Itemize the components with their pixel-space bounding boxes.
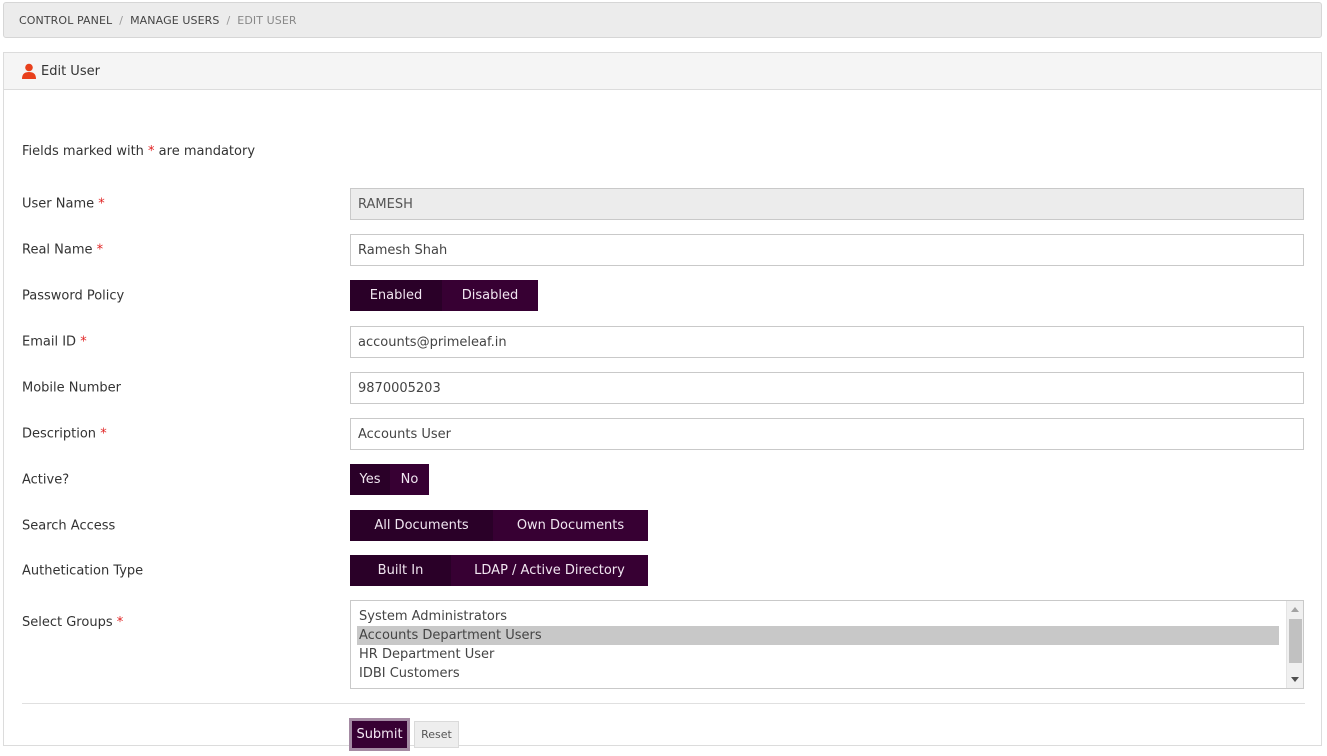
group-option[interactable]: System Administrators	[351, 607, 1279, 626]
groups-row: Select Groups * System Administrators Ac…	[22, 600, 1305, 689]
description-input[interactable]	[350, 418, 1304, 450]
scroll-up-arrow-icon[interactable]	[1291, 607, 1299, 612]
password-policy-enabled-option[interactable]: Enabled	[350, 280, 442, 311]
required-star: *	[116, 615, 124, 630]
auth-type-label: Authetication Type	[22, 563, 144, 579]
real-name-row: Real Name *	[22, 234, 1305, 266]
groups-listbox[interactable]: System Administrators Accounts Departmen…	[350, 600, 1304, 689]
groups-label: Select Groups *	[22, 615, 124, 630]
email-input[interactable]	[350, 326, 1304, 358]
search-access-row: Search Access All Documents Own Document…	[22, 510, 1305, 542]
active-row: Active? Yes No	[22, 464, 1305, 496]
password-policy-disabled-option[interactable]: Disabled	[442, 280, 538, 311]
auth-type-ldap-option[interactable]: LDAP / Active Directory	[451, 555, 648, 586]
mobile-label: Mobile Number	[22, 380, 121, 396]
search-access-all-option[interactable]: All Documents	[350, 510, 493, 541]
user-name-label: User Name *	[22, 196, 105, 212]
user-name-row: User Name *	[22, 188, 1305, 220]
listbox-scrollbar[interactable]	[1286, 601, 1303, 688]
search-access-own-option[interactable]: Own Documents	[493, 510, 648, 541]
group-option[interactable]: IDBI Customers	[351, 664, 1279, 683]
panel-heading: Edit User	[4, 53, 1321, 90]
mandatory-note: Fields marked with * are mandatory	[22, 144, 255, 159]
search-access-toggle: All Documents Own Documents	[350, 510, 648, 541]
scrollbar-thumb[interactable]	[1289, 619, 1302, 663]
real-name-label: Real Name *	[22, 242, 104, 258]
group-option-selected[interactable]: Accounts Department Users	[357, 626, 1279, 645]
active-label: Active?	[22, 472, 70, 488]
required-star: *	[100, 426, 107, 442]
mobile-input[interactable]	[350, 372, 1304, 404]
auth-type-toggle: Built In LDAP / Active Directory	[350, 555, 648, 586]
auth-type-row: Authetication Type Built In LDAP / Activ…	[22, 555, 1305, 587]
breadcrumb: CONTROL PANEL / MANAGE USERS / EDIT USER	[3, 2, 1322, 38]
user-name-input[interactable]	[350, 188, 1304, 220]
submit-button[interactable]: Submit	[349, 718, 410, 751]
required-star: *	[96, 242, 104, 258]
user-icon	[21, 63, 37, 79]
edit-user-panel: Edit User Fields marked with * are manda…	[3, 52, 1322, 751]
search-access-label: Search Access	[22, 518, 116, 534]
mandatory-note-text: are mandatory	[154, 144, 256, 159]
scroll-down-arrow-icon[interactable]	[1291, 677, 1299, 682]
password-policy-toggle: Enabled Disabled	[350, 280, 538, 311]
password-policy-label: Password Policy	[22, 288, 125, 304]
breadcrumb-separator: /	[119, 13, 124, 27]
real-name-input[interactable]	[350, 234, 1304, 266]
reset-button[interactable]: Reset	[414, 721, 459, 748]
required-star: *	[80, 334, 87, 350]
active-no-option[interactable]: No	[390, 464, 429, 495]
breadcrumb-separator: /	[226, 13, 231, 27]
description-label: Description *	[22, 426, 107, 442]
breadcrumb-edit-user: EDIT USER	[237, 13, 297, 27]
breadcrumb-manage-users[interactable]: MANAGE USERS	[130, 14, 219, 27]
required-star: *	[98, 196, 105, 212]
password-policy-row: Password Policy Enabled Disabled	[22, 280, 1305, 312]
auth-type-built-in-option[interactable]: Built In	[350, 555, 451, 586]
mobile-row: Mobile Number	[22, 372, 1305, 404]
email-row: Email ID *	[22, 326, 1305, 358]
breadcrumb-control-panel[interactable]: CONTROL PANEL	[19, 14, 112, 27]
description-row: Description *	[22, 418, 1305, 450]
active-yes-option[interactable]: Yes	[350, 464, 390, 495]
email-label: Email ID *	[22, 334, 87, 350]
panel-title: Edit User	[41, 63, 100, 79]
form-divider	[22, 703, 1305, 704]
mandatory-note-text: Fields marked with	[22, 144, 149, 159]
active-toggle: Yes No	[350, 464, 429, 495]
group-option[interactable]: HR Department User	[351, 645, 1279, 664]
